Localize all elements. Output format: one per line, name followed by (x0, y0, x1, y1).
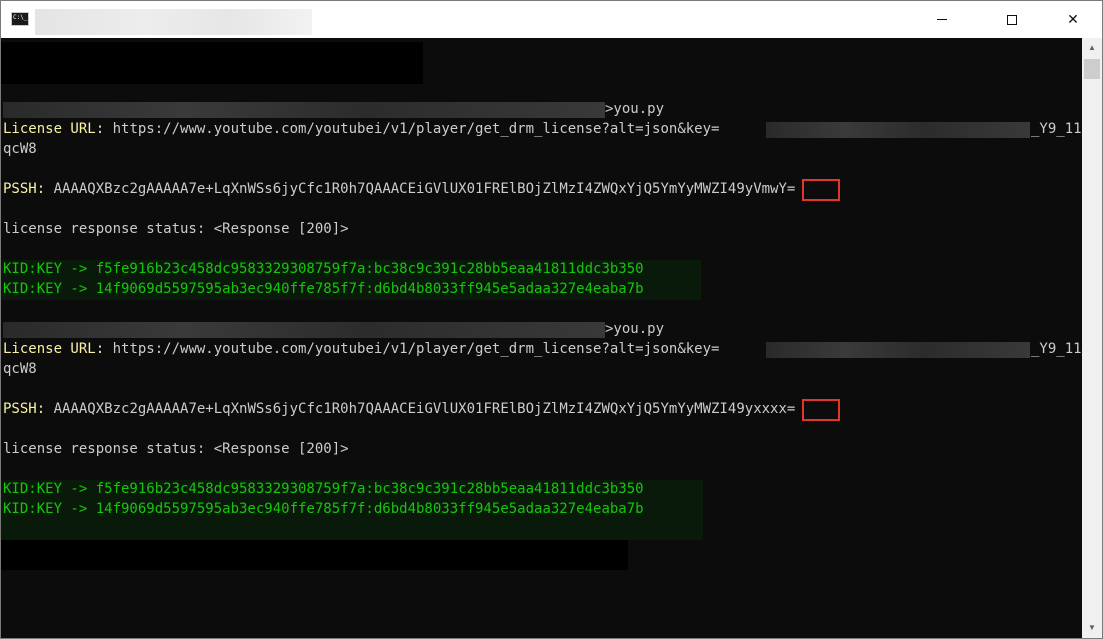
pssh-value-suffix: = (786, 401, 796, 417)
license-url-value: https://www.youtube.com/youtubei/v1/play… (112, 341, 720, 357)
kid-key-line: KID:KEY -> 14f9069d5597595ab3ec940ffe785… (3, 501, 644, 517)
license-url-label: License URL: (3, 121, 105, 137)
highlight-box (802, 179, 840, 201)
redacted-key (766, 122, 1030, 138)
command-line: >you.py (605, 321, 665, 337)
license-url-line: License URL: https://www.youtube.com/you… (3, 339, 719, 359)
title-bar[interactable]: ✕ (1, 1, 1102, 38)
license-status-line: license response status: <Response [200]… (3, 441, 349, 457)
pssh-value-prefix: AAAAQXBzc2gAAAAA7e+LqXnWSs6jyCfc1R0h7QAA… (53, 181, 754, 197)
console-output[interactable]: >you.py License URL: https://www.youtube… (1, 38, 1082, 638)
license-url-value: https://www.youtube.com/youtubei/v1/play… (112, 121, 720, 137)
redacted-path (3, 102, 605, 118)
pssh-label: PSSH: (3, 401, 46, 417)
redacted-block (1, 42, 423, 84)
close-icon: ✕ (1067, 11, 1079, 28)
maximize-button[interactable] (989, 1, 1035, 38)
scroll-up-arrow-icon[interactable]: ▲ (1082, 38, 1102, 58)
minimize-icon (937, 19, 947, 20)
console-window: ✕ >you.py License URL: https://www.youtu… (0, 0, 1103, 639)
redacted-block (1, 540, 628, 570)
pssh-highlighted-segment: VmwY (753, 181, 787, 197)
pssh-line: PSSH: AAAAQXBzc2gAAAAA7e+LqXnWSs6jyCfc1R… (3, 179, 795, 199)
minimize-button[interactable] (919, 1, 965, 38)
license-key-tail: _Y9_11 (1031, 121, 1082, 137)
redacted-path (3, 322, 605, 338)
window-title-redacted (35, 9, 312, 35)
maximize-icon (1007, 14, 1017, 25)
vertical-scrollbar[interactable]: ▲ ▼ (1082, 38, 1102, 638)
pssh-value-suffix: = (786, 181, 796, 197)
pssh-label: PSSH: (3, 181, 46, 197)
scrollbar-thumb[interactable] (1084, 59, 1100, 79)
license-url-label: License URL: (3, 341, 105, 357)
pssh-line: PSSH: AAAAQXBzc2gAAAAA7e+LqXnWSs6jyCfc1R… (3, 399, 795, 419)
scroll-down-arrow-icon[interactable]: ▼ (1082, 618, 1102, 638)
pssh-value-prefix: AAAAQXBzc2gAAAAA7e+LqXnWSs6jyCfc1R0h7QAA… (53, 401, 754, 417)
command-line: >you.py (605, 101, 665, 117)
license-key-tail: _Y9_11 (1031, 341, 1082, 357)
kid-key-line: KID:KEY -> 14f9069d5597595ab3ec940ffe785… (3, 281, 644, 297)
kid-key-line: KID:KEY -> f5fe916b23c458dc9583329308759… (3, 261, 644, 277)
highlight-box (802, 399, 840, 421)
pssh-highlighted-segment: xxxx (753, 401, 787, 417)
close-button[interactable]: ✕ (1050, 1, 1096, 38)
license-url-wrap: qcW8 (3, 361, 37, 377)
license-status-line: license response status: <Response [200]… (3, 221, 349, 237)
license-url-wrap: qcW8 (3, 141, 37, 157)
license-url-line: License URL: https://www.youtube.com/you… (3, 119, 719, 139)
kid-key-line: KID:KEY -> f5fe916b23c458dc9583329308759… (3, 481, 644, 497)
cmd-app-icon[interactable] (11, 12, 29, 26)
redacted-key (766, 342, 1030, 358)
